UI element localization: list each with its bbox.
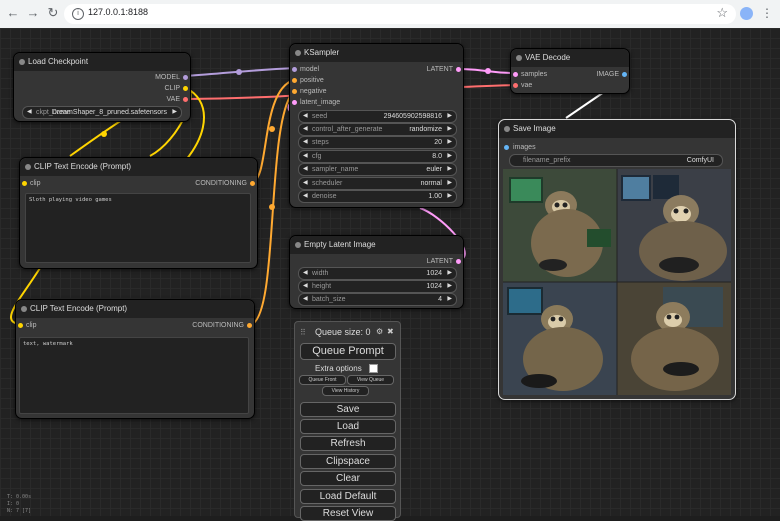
height-widget[interactable]: ◀ height 1024 ▶ bbox=[298, 280, 457, 293]
forward-icon[interactable]: → bbox=[26, 6, 40, 20]
view-queue-button[interactable]: View Queue bbox=[347, 375, 394, 385]
reload-icon[interactable]: ↻ bbox=[46, 6, 60, 20]
profile-avatar-icon[interactable] bbox=[740, 7, 753, 20]
output-vae[interactable]: VAE bbox=[167, 94, 188, 105]
collapse-dot-icon[interactable] bbox=[25, 164, 31, 170]
input-clip[interactable]: clip bbox=[22, 178, 41, 189]
hud-node-count: N: 7 [7] bbox=[7, 508, 32, 514]
batch-size-widget[interactable]: ◀ batch_size 4 ▶ bbox=[298, 293, 457, 306]
address-bar[interactable]: i 127.0.0.1:8188 ☆ bbox=[64, 4, 736, 24]
sampler-name-widget[interactable]: ◀ sampler_name euler ▶ bbox=[298, 163, 457, 176]
queue-panel: ⠿ Queue size: 0 ⚙ ✖ Queue Prompt Extra o… bbox=[294, 321, 401, 521]
close-icon[interactable]: ✖ bbox=[387, 327, 394, 336]
node-title[interactable]: Save Image bbox=[499, 120, 735, 138]
steps-widget[interactable]: ◀ steps 20 ▶ bbox=[298, 136, 457, 149]
settings-gear-icon[interactable]: ⚙ bbox=[376, 327, 383, 336]
collapse-dot-icon[interactable] bbox=[295, 50, 301, 56]
input-model[interactable]: model bbox=[292, 64, 319, 75]
back-icon[interactable]: ← bbox=[6, 6, 20, 20]
ksampler-node[interactable]: KSampler model positive negative latent_… bbox=[289, 43, 464, 208]
input-images[interactable]: images bbox=[504, 142, 536, 153]
collapse-dot-icon[interactable] bbox=[504, 126, 510, 132]
queue-front-button[interactable]: Queue Front bbox=[299, 375, 346, 385]
output-image[interactable]: IMAGE bbox=[596, 69, 627, 80]
save-button[interactable]: Save bbox=[300, 402, 396, 417]
generated-images bbox=[503, 169, 731, 395]
prompt-text-area[interactable]: Sloth playing video games bbox=[25, 193, 251, 263]
ckpt-name-combo[interactable]: ◀ ckpt_name DreamShaper_8_pruned.safeten… bbox=[22, 106, 182, 119]
load-button[interactable]: Load bbox=[300, 419, 396, 434]
collapse-dot-icon[interactable] bbox=[295, 242, 301, 248]
output-conditioning[interactable]: CONDITIONING bbox=[195, 178, 255, 189]
node-title[interactable]: Load Checkpoint bbox=[14, 53, 190, 71]
empty-latent-image-node[interactable]: Empty Latent Image LATENT ◀ width 1024 ▶ ◀ h… bbox=[289, 235, 464, 309]
prompt-text-area[interactable]: text, watermark bbox=[19, 337, 249, 414]
load-checkpoint-node[interactable]: Load Checkpoint MODEL CLIP VAE ◀ ckpt_na… bbox=[13, 52, 191, 122]
clip-text-encode-positive-node[interactable]: CLIP Text Encode (Prompt) clip CONDITION… bbox=[19, 157, 258, 269]
cfg-widget[interactable]: ◀ cfg 8.0 ▶ bbox=[298, 150, 457, 163]
output-clip[interactable]: CLIP bbox=[164, 83, 188, 94]
collapse-dot-icon[interactable] bbox=[516, 55, 522, 61]
input-latent-image[interactable]: latent_image bbox=[292, 97, 340, 108]
output-latent[interactable]: LATENT bbox=[427, 256, 461, 267]
clipspace-button[interactable]: Clipspace bbox=[300, 454, 396, 469]
output-latent[interactable]: LATENT bbox=[427, 64, 461, 75]
queue-prompt-button[interactable]: Queue Prompt bbox=[300, 343, 396, 360]
vae-decode-node[interactable]: VAE Decode samples vae IMAGE bbox=[510, 48, 630, 94]
url-text: 127.0.0.1:8188 bbox=[88, 7, 149, 17]
node-title[interactable]: CLIP Text Encode (Prompt) bbox=[16, 300, 254, 318]
collapse-dot-icon[interactable] bbox=[19, 59, 25, 65]
output-conditioning[interactable]: CONDITIONING bbox=[192, 320, 252, 331]
clear-button[interactable]: Clear bbox=[300, 471, 396, 486]
drag-handle-icon[interactable]: ⠿ bbox=[300, 328, 306, 337]
collapse-dot-icon[interactable] bbox=[21, 306, 27, 312]
extra-options-checkbox[interactable] bbox=[369, 364, 378, 373]
input-samples[interactable]: samples bbox=[513, 69, 547, 80]
input-negative[interactable]: negative bbox=[292, 86, 326, 97]
node-title[interactable]: CLIP Text Encode (Prompt) bbox=[20, 158, 257, 176]
bookmark-star-icon[interactable]: ☆ bbox=[716, 5, 728, 21]
denoise-widget[interactable]: ◀ denoise 1.00 ▶ bbox=[298, 190, 457, 203]
node-title[interactable]: Empty Latent Image bbox=[290, 236, 463, 254]
scheduler-widget[interactable]: ◀ scheduler normal ▶ bbox=[298, 177, 457, 190]
output-model[interactable]: MODEL bbox=[155, 72, 188, 83]
node-title[interactable]: VAE Decode bbox=[511, 49, 629, 67]
seed-widget[interactable]: ◀ seed 294605902598816 ▶ bbox=[298, 110, 457, 123]
extra-options-label: Extra options bbox=[315, 364, 362, 373]
queue-size-label: Queue size: 0 bbox=[315, 327, 371, 337]
input-vae[interactable]: vae bbox=[513, 80, 532, 91]
reset-view-button[interactable]: Reset View bbox=[300, 506, 396, 521]
hud-time: T: 0.00s bbox=[7, 494, 32, 500]
width-widget[interactable]: ◀ width 1024 ▶ bbox=[298, 267, 457, 280]
clip-text-encode-negative-node[interactable]: CLIP Text Encode (Prompt) clip CONDITION… bbox=[15, 299, 255, 419]
control-after-generate-widget[interactable]: ◀ control_after_generate randomize ▶ bbox=[298, 123, 457, 136]
hud-iterations: I: 0 bbox=[7, 501, 20, 507]
save-image-node[interactable]: Save Image images filename_prefix ComfyUI bbox=[498, 119, 736, 400]
refresh-button[interactable]: Refresh bbox=[300, 436, 396, 451]
browser-menu-icon[interactable]: ⋮ bbox=[761, 6, 773, 22]
browser-toolbar: ← → ↻ i 127.0.0.1:8188 ☆ ⋮ bbox=[0, 0, 780, 29]
view-history-button[interactable]: View History bbox=[322, 386, 369, 396]
input-clip[interactable]: clip bbox=[18, 320, 37, 331]
decrement-arrow-icon: ◀ bbox=[27, 109, 32, 115]
output-image-grid[interactable] bbox=[503, 169, 731, 395]
input-positive[interactable]: positive bbox=[292, 75, 324, 86]
node-title[interactable]: KSampler bbox=[290, 44, 463, 62]
site-info-icon[interactable]: i bbox=[72, 8, 84, 20]
load-default-button[interactable]: Load Default bbox=[300, 489, 396, 504]
filename-prefix-widget[interactable]: filename_prefix ComfyUI bbox=[509, 154, 723, 167]
increment-arrow-icon: ▶ bbox=[172, 109, 177, 115]
